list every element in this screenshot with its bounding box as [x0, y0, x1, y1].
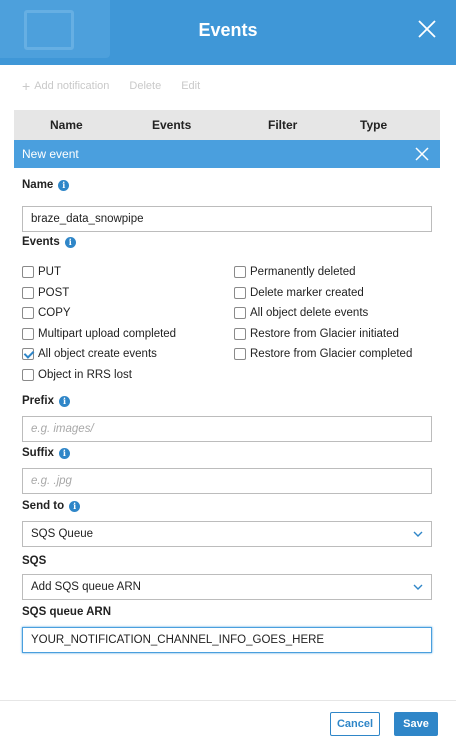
checkbox-label: Permanently deleted	[250, 266, 356, 278]
suffix-input[interactable]: e.g. .jpg	[22, 468, 432, 494]
checkbox-multipart[interactable]	[22, 328, 34, 340]
footer-divider	[0, 700, 456, 701]
sqs-label: SQS	[22, 555, 46, 567]
checkbox-all-create[interactable]	[22, 348, 34, 360]
close-icon[interactable]	[416, 18, 438, 40]
send-to-label: Send to i	[22, 500, 81, 512]
send-to-select[interactable]: SQS Queue	[22, 521, 432, 547]
events-label-text: Events	[22, 236, 60, 248]
checkbox-label: Delete marker created	[250, 287, 364, 299]
checkbox-label: All object delete events	[250, 307, 369, 319]
prefix-label-text: Prefix	[22, 395, 54, 407]
chevron-down-icon	[413, 584, 423, 590]
event-rrs-lost-checkbox[interactable]: Object in RRS lost	[22, 369, 132, 381]
event-all-delete-checkbox[interactable]: All object delete events	[234, 307, 368, 319]
chevron-down-icon	[413, 531, 423, 537]
sqs-label-text: SQS	[22, 555, 47, 567]
cancel-button[interactable]: Cancel	[330, 712, 380, 736]
event-put-checkbox[interactable]: PUT	[22, 266, 61, 278]
checkbox-label: PUT	[38, 266, 61, 278]
event-copy-checkbox[interactable]: COPY	[22, 307, 71, 319]
name-label: Name i	[22, 179, 70, 191]
suffix-label: Suffix i	[22, 447, 70, 459]
close-icon[interactable]	[414, 146, 430, 162]
info-icon[interactable]: i	[69, 500, 81, 512]
events-label: Events i	[22, 236, 76, 248]
event-all-create-checkbox[interactable]: All object create events	[22, 348, 157, 360]
notification-toolbar: + Add notification Delete Edit	[22, 77, 200, 94]
info-icon[interactable]: i	[64, 236, 76, 248]
modal-title: Events	[198, 20, 258, 40]
add-notification-button[interactable]: + Add notification	[22, 77, 110, 94]
event-multipart-checkbox[interactable]: Multipart upload completed	[22, 328, 176, 340]
sqs-arn-label: SQS queue ARN	[22, 606, 111, 618]
suffix-label-text: Suffix	[22, 447, 54, 459]
column-header-filter[interactable]: Filter	[268, 118, 297, 132]
event-post-checkbox[interactable]: POST	[22, 287, 69, 299]
checkbox-glacier-completed[interactable]	[234, 348, 246, 360]
checkbox-permanently-deleted[interactable]	[234, 266, 246, 278]
checkbox-delete-marker[interactable]	[234, 287, 246, 299]
checkbox-label: All object create events	[38, 348, 157, 360]
event-glacier-initiated-checkbox[interactable]: Restore from Glacier initiated	[234, 328, 399, 340]
checkbox-glacier-initiated[interactable]	[234, 328, 246, 340]
modal-header: Events	[0, 0, 456, 65]
checkbox-label: Restore from Glacier initiated	[250, 328, 399, 340]
checkbox-label: Object in RRS lost	[38, 369, 132, 381]
new-event-header: New event	[14, 140, 440, 168]
info-icon[interactable]: i	[58, 395, 70, 407]
checkbox-all-delete[interactable]	[234, 307, 246, 319]
column-header-type[interactable]: Type	[360, 118, 387, 132]
send-to-label-text: Send to	[22, 500, 65, 512]
event-glacier-completed-checkbox[interactable]: Restore from Glacier completed	[234, 348, 412, 360]
checkbox-copy[interactable]	[22, 307, 34, 319]
sqs-arn-input[interactable]: YOUR_NOTIFICATION_CHANNEL_INFO_GOES_HERE	[22, 627, 432, 653]
column-header-events[interactable]: Events	[152, 118, 191, 132]
save-button[interactable]: Save	[394, 712, 438, 736]
checkbox-put[interactable]	[22, 266, 34, 278]
checkbox-rrs-lost[interactable]	[22, 369, 34, 381]
plus-icon: +	[22, 77, 31, 94]
table-header: Name Events Filter Type	[14, 110, 440, 140]
info-icon[interactable]: i	[58, 447, 70, 459]
delete-label: Delete	[129, 80, 162, 92]
checkbox-label: COPY	[38, 307, 71, 319]
name-input[interactable]: braze_data_snowpipe	[22, 206, 432, 232]
sqs-arn-label-text: SQS queue ARN	[22, 606, 112, 618]
delete-button[interactable]: Delete	[129, 80, 161, 92]
name-label-text: Name	[22, 179, 54, 191]
new-event-title: New event	[22, 147, 79, 161]
event-permanently-deleted-checkbox[interactable]: Permanently deleted	[234, 266, 355, 278]
send-to-value: SQS Queue	[31, 528, 94, 540]
prefix-input[interactable]: e.g. images/	[22, 416, 432, 442]
checkbox-label: Restore from Glacier completed	[250, 348, 413, 360]
checkbox-label: POST	[38, 287, 70, 299]
event-delete-marker-checkbox[interactable]: Delete marker created	[234, 287, 364, 299]
checkbox-post[interactable]	[22, 287, 34, 299]
add-notification-label: Add notification	[34, 80, 110, 92]
column-header-name[interactable]: Name	[50, 118, 83, 132]
edit-button[interactable]: Edit	[181, 80, 200, 92]
sqs-value: Add SQS queue ARN	[31, 581, 141, 593]
sqs-select[interactable]: Add SQS queue ARN	[22, 574, 432, 600]
edit-label: Edit	[181, 80, 201, 92]
checkbox-label: Multipart upload completed	[38, 328, 177, 340]
prefix-label: Prefix i	[22, 395, 70, 407]
info-icon[interactable]: i	[58, 179, 70, 191]
